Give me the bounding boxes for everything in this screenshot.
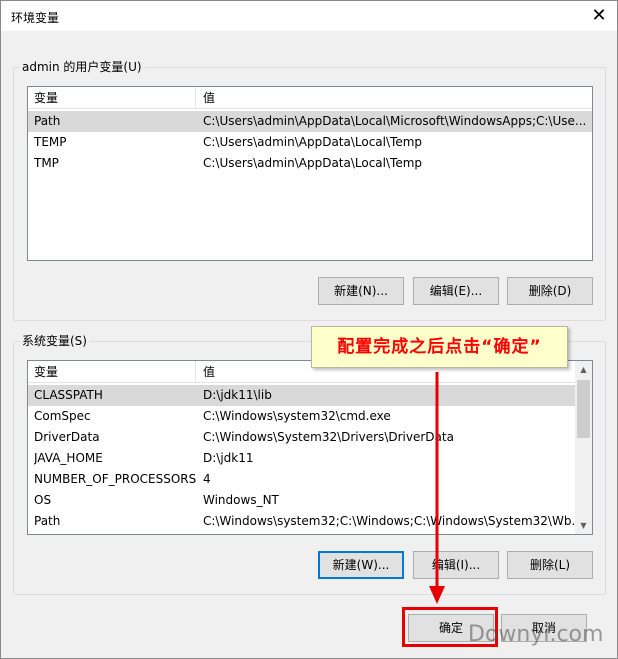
variable-name: CLASSPATH xyxy=(34,388,103,402)
scroll-down-icon[interactable]: ▼ xyxy=(575,517,592,534)
table-row[interactable]: TEMP C:\Users\admin\AppData\Local\Temp xyxy=(28,132,592,153)
variable-name: Path xyxy=(34,114,61,128)
variable-value: D:\jdk11\lib xyxy=(203,388,272,402)
user-edit-button[interactable]: 编辑(E)... xyxy=(413,277,499,305)
variable-value: C:\Windows\System32\Drivers\DriverData xyxy=(203,430,454,444)
variable-name: Path xyxy=(34,514,61,528)
table-row[interactable]: TMP C:\Users\admin\AppData\Local\Temp xyxy=(28,153,592,174)
system-variables-list[interactable]: 变量 值 CLASSPATH D:\jdk11\lib ComSpec C:\W… xyxy=(27,360,593,535)
system-new-button[interactable]: 新建(W)... xyxy=(318,551,404,579)
table-row[interactable]: CLASSPATH D:\jdk11\lib xyxy=(28,385,577,406)
table-row[interactable]: Path C:\Users\admin\AppData\Local\Micros… xyxy=(28,111,592,132)
scroll-up-icon[interactable]: ▲ xyxy=(575,361,592,378)
variable-name: NUMBER_OF_PROCESSORS xyxy=(34,472,197,486)
cancel-button[interactable]: 取消 xyxy=(501,614,587,642)
user-variables-list[interactable]: 变量 值 Path C:\Users\admin\AppData\Local\M… xyxy=(27,86,593,261)
column-header-value[interactable]: 值 xyxy=(197,361,215,383)
table-row[interactable]: ComSpec C:\Windows\system32\cmd.exe xyxy=(28,406,577,427)
table-row[interactable]: JAVA_HOME D:\jdk11 xyxy=(28,448,577,469)
system-edit-button[interactable]: 编辑(I)... xyxy=(413,551,499,579)
vertical-scrollbar[interactable]: ▲ ▼ xyxy=(575,361,592,534)
list-header: 变量 值 xyxy=(28,87,592,109)
window-title: 环境变量 xyxy=(11,11,60,25)
system-variables-label: 系统变量(S) xyxy=(19,334,90,348)
scrollbar-thumb[interactable] xyxy=(577,380,590,438)
variable-value: 4 xyxy=(203,472,211,486)
table-row[interactable]: Path C:\Windows\system32;C:\Windows;C:\W… xyxy=(28,511,577,532)
variable-value: C:\Windows\system32;C:\Windows;C:\Window… xyxy=(203,514,577,528)
system-delete-button[interactable]: 删除(L) xyxy=(507,551,593,579)
table-row[interactable]: OS Windows_NT xyxy=(28,490,577,511)
variable-name: ComSpec xyxy=(34,409,91,423)
title-bar[interactable]: 环境变量 ✕ xyxy=(1,1,617,31)
variable-value: C:\Users\admin\AppData\Local\Microsoft\W… xyxy=(203,114,587,128)
variable-value: C:\Users\admin\AppData\Local\Temp xyxy=(203,156,423,170)
user-new-button[interactable]: 新建(N)... xyxy=(318,277,404,305)
variable-value: C:\Users\admin\AppData\Local\Temp xyxy=(203,135,423,149)
variable-name: DriverData xyxy=(34,430,100,444)
variable-value: Windows_NT xyxy=(203,493,279,507)
variable-name: JAVA_HOME xyxy=(34,451,103,465)
instruction-callout: 配置完成之后点击“确定” xyxy=(311,326,568,368)
variable-value: C:\Windows\system32\cmd.exe xyxy=(203,409,391,423)
close-icon[interactable]: ✕ xyxy=(589,6,609,26)
user-delete-button[interactable]: 删除(D) xyxy=(507,277,593,305)
column-header-variable[interactable]: 变量 xyxy=(28,361,196,383)
user-variables-label: admin 的用户变量(U) xyxy=(19,60,145,74)
table-row[interactable]: DriverData C:\Windows\System32\Drivers\D… xyxy=(28,427,577,448)
variable-value: D:\jdk11 xyxy=(203,451,254,465)
ok-button[interactable]: 确定 xyxy=(408,614,494,642)
column-header-variable[interactable]: 变量 xyxy=(28,87,196,109)
variable-name: TMP xyxy=(34,156,59,170)
table-row[interactable]: NUMBER_OF_PROCESSORS 4 xyxy=(28,469,577,490)
variable-name: TEMP xyxy=(34,135,67,149)
column-header-value[interactable]: 值 xyxy=(197,87,215,109)
variable-name: OS xyxy=(34,493,52,507)
